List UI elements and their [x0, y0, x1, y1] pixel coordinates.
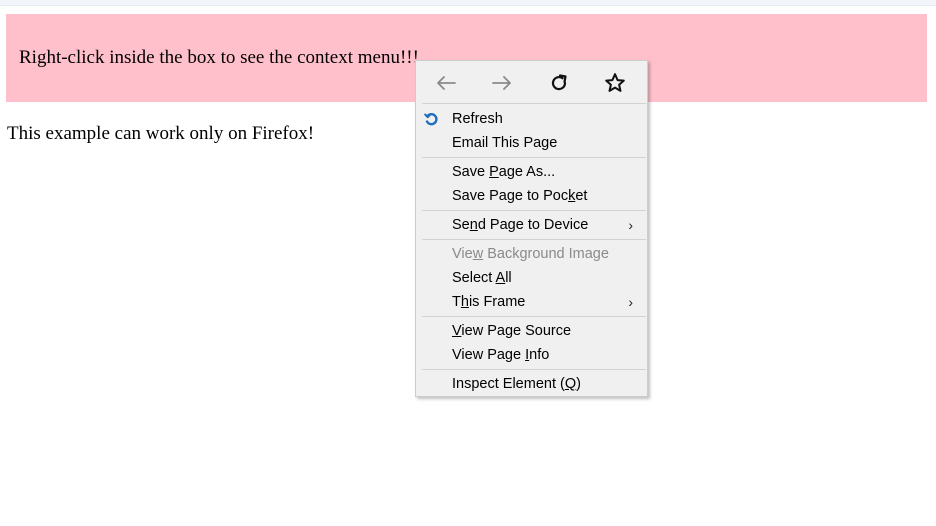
menu-item-email-page[interactable]: Email This Page [416, 131, 647, 155]
arrow-right-icon [492, 76, 511, 90]
star-icon [605, 73, 625, 92]
reload-icon [551, 74, 567, 91]
menu-item-send-to-device[interactable]: Send Page to Device › [416, 213, 647, 237]
context-menu: Refresh Email This Page Save Page As... … [415, 60, 648, 397]
forward-button[interactable] [488, 69, 516, 97]
box-instruction-text: Right-click inside the box to see the co… [19, 47, 419, 68]
menu-item-label: Select All [452, 270, 512, 286]
submenu-arrow-icon: › [628, 294, 633, 310]
reload-button[interactable] [545, 69, 573, 97]
menu-item-label: Inspect Element (Q) [452, 376, 581, 392]
menu-item-select-all[interactable]: Select All [416, 266, 647, 290]
menu-item-save-to-pocket[interactable]: Save Page to Pocket [416, 184, 647, 208]
menu-item-label: Email This Page [452, 135, 558, 151]
refresh-icon [424, 112, 438, 126]
menu-item-save-page-as[interactable]: Save Page As... [416, 160, 647, 184]
menu-item-label: Save Page to Pocket [452, 188, 588, 204]
menu-separator [422, 103, 646, 104]
menu-item-label: Refresh [452, 111, 503, 127]
menu-item-label: View Page Info [452, 347, 550, 363]
firefox-note-text: This example can work only on Firefox! [7, 123, 315, 144]
context-menu-nav-row [416, 61, 647, 103]
menu-separator [422, 369, 646, 370]
menu-separator [422, 157, 646, 158]
menu-item-view-background-image: View Background Image [416, 242, 647, 266]
menu-item-label: Send Page to Device [452, 217, 589, 233]
menu-item-label: Save Page As... [452, 164, 556, 180]
arrow-left-icon [437, 76, 456, 90]
back-button[interactable] [432, 69, 460, 97]
menu-separator [422, 210, 646, 211]
menu-item-label: View Background Image [452, 246, 609, 262]
menu-item-inspect-element[interactable]: Inspect Element (Q) [416, 372, 647, 396]
top-border [0, 0, 936, 6]
menu-item-view-page-source[interactable]: View Page Source [416, 319, 647, 343]
submenu-arrow-icon: › [628, 217, 633, 233]
menu-item-label: View Page Source [452, 323, 572, 339]
menu-separator [422, 239, 646, 240]
menu-separator [422, 316, 646, 317]
menu-item-view-page-info[interactable]: View Page Info [416, 343, 647, 367]
bookmark-button[interactable] [601, 69, 629, 97]
menu-item-label: This Frame [452, 294, 526, 310]
menu-item-this-frame[interactable]: This Frame › [416, 290, 647, 314]
menu-item-refresh[interactable]: Refresh [416, 107, 647, 131]
